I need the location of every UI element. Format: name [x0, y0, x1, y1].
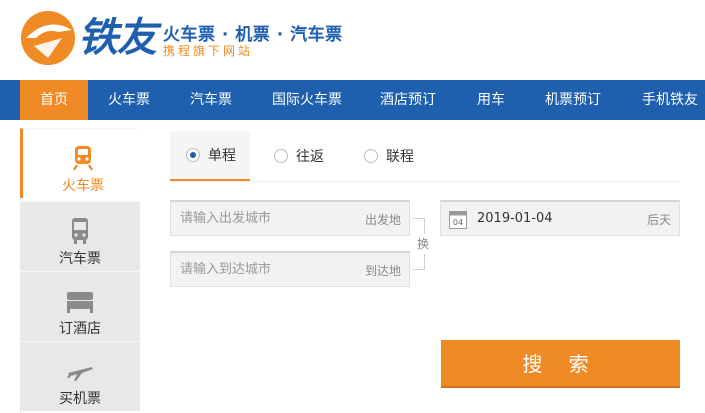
nav-item-bus[interactable]: 汽车票 — [174, 80, 248, 120]
date-relative-tag: 后天 — [646, 213, 671, 227]
from-city-field[interactable]: 出发地 — [170, 200, 410, 236]
radio-icon[interactable] — [364, 149, 378, 163]
sidebar-item-hotel[interactable]: 订酒店 — [20, 271, 140, 341]
radio-icon[interactable] — [274, 149, 288, 163]
date-field[interactable]: 04 2019-01-04 后天 — [440, 200, 680, 236]
bed-icon — [67, 292, 93, 313]
from-city-tag: 出发地 — [364, 213, 401, 227]
swap-cities-button[interactable]: 换 — [414, 234, 432, 254]
main-nav: 首页 火车票 汽车票 国际火车票 酒店预订 用车 机票预订 手机铁友 — [0, 80, 705, 120]
nav-item-home[interactable]: 首页 — [20, 80, 88, 120]
calendar-icon: 04 — [449, 211, 467, 229]
product-sidebar: 火车票 汽车票 订酒店 买机票 — [20, 128, 140, 413]
bus-icon — [72, 218, 88, 244]
calendar-day: 04 — [453, 218, 463, 227]
trip-type-label: 联程 — [386, 149, 414, 165]
nav-item-train[interactable]: 火车票 — [92, 80, 166, 120]
trip-type-oneway[interactable]: 单程 — [170, 131, 250, 181]
plane-icon — [67, 367, 93, 381]
sidebar-item-label: 汽车票 — [59, 251, 101, 267]
date-value: 2019-01-04 — [477, 211, 553, 226]
train-icon — [73, 146, 93, 171]
radio-icon[interactable] — [186, 148, 200, 162]
nav-item-flight[interactable]: 机票预订 — [536, 80, 610, 120]
search-button[interactable]: 搜 索 — [441, 340, 680, 388]
nav-item-mobile[interactable]: 手机铁友 — [630, 80, 705, 120]
sidebar-item-train[interactable]: 火车票 — [20, 128, 140, 198]
sidebar-item-label: 火车票 — [62, 178, 104, 194]
nav-item-hotel[interactable]: 酒店预订 — [370, 80, 446, 120]
sidebar-item-label: 买机票 — [59, 391, 101, 407]
brand-subslogan: 携程旗下网站 — [163, 44, 254, 58]
nav-item-intl-train[interactable]: 国际火车票 — [262, 80, 352, 120]
to-city-tag: 到达地 — [364, 264, 401, 278]
sidebar-item-bus[interactable]: 汽车票 — [20, 201, 140, 271]
site-header: 铁友 火车票 · 机票 · 汽车票 携程旗下网站 — [0, 0, 705, 80]
nav-item-car[interactable]: 用车 — [462, 80, 520, 120]
trip-type-roundtrip[interactable]: 往返 — [274, 131, 344, 181]
to-city-field[interactable]: 到达地 — [170, 251, 410, 287]
sidebar-item-flight[interactable]: 买机票 — [20, 341, 140, 411]
sidebar-item-label: 订酒店 — [59, 321, 101, 337]
logo-icon[interactable] — [18, 8, 78, 68]
brand-name[interactable]: 铁友 — [78, 10, 157, 66]
tabs-divider — [170, 181, 680, 182]
trip-type-label: 单程 — [208, 148, 236, 164]
trip-type-label: 往返 — [296, 149, 324, 165]
trip-type-multicity[interactable]: 联程 — [364, 131, 434, 181]
